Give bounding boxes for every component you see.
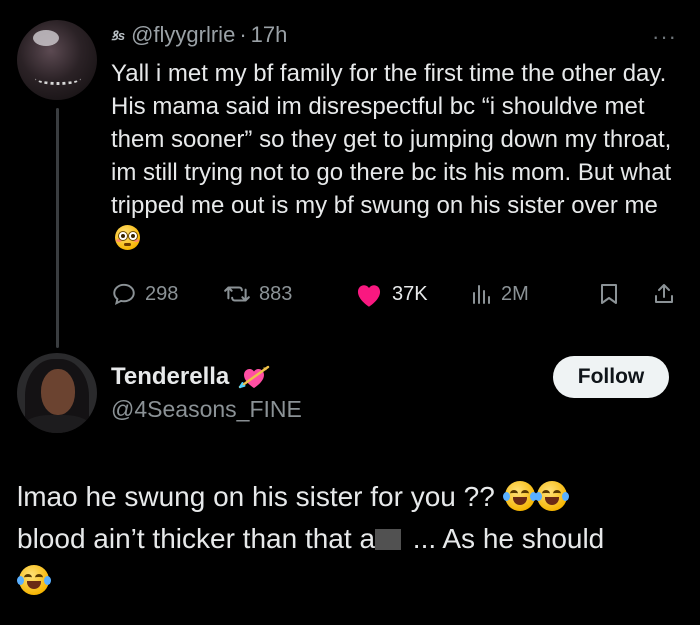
separator-dot: · <box>239 22 247 47</box>
bookmark-icon <box>601 284 617 304</box>
follow-button[interactable]: Follow <box>553 356 669 398</box>
reply-count: 298 <box>145 282 179 305</box>
display-name[interactable]: Tenderella <box>111 362 271 392</box>
share-button[interactable] <box>652 280 676 308</box>
avatar[interactable] <box>17 20 97 100</box>
analytics-icon <box>473 285 490 304</box>
censor-block <box>375 529 402 550</box>
repost-count: 883 <box>259 282 293 305</box>
thread-connector-line <box>56 108 59 348</box>
user-handle[interactable]: @flyygrlrie <box>131 22 235 48</box>
like-button[interactable]: 37K <box>354 280 428 308</box>
tears-of-joy-icon <box>17 565 51 595</box>
flushed-face-icon <box>115 225 140 250</box>
tweet-body: Yall i met my bf family for the first ti… <box>111 60 672 219</box>
timestamp[interactable]: 17h <box>251 22 288 48</box>
badge-icon: ꝸs <box>111 28 126 43</box>
views-count: 2M <box>501 282 529 305</box>
heart-icon <box>357 284 381 307</box>
heart-with-arrow-icon <box>239 365 270 389</box>
tweet-body-line2-end: ... As he should <box>405 523 605 554</box>
tweet-body-line1: lmao he swung on his sister for you ?? <box>17 481 495 512</box>
display-name-text: Tenderella <box>111 363 230 390</box>
avatar-body <box>23 415 91 433</box>
share-icon <box>655 284 673 303</box>
tears-of-joy-icon <box>502 481 537 511</box>
reply-icon <box>113 283 135 305</box>
avatar-necklace <box>35 72 81 85</box>
reply-button[interactable]: 298 <box>111 280 178 308</box>
tears-of-joy-icon <box>534 481 569 511</box>
tweet-body-line2: blood ain’t thicker than that a <box>17 523 376 554</box>
tweet-header: ꝸs @flyygrlrie · 17h <box>111 22 287 48</box>
bookmark-button[interactable] <box>597 280 621 308</box>
like-count: 37K <box>392 282 428 305</box>
more-options-icon[interactable]: ··· <box>652 24 677 50</box>
avatar-face <box>41 369 75 415</box>
avatar-highlight <box>33 30 59 46</box>
tweet-text: Yall i met my bf family for the first ti… <box>111 57 681 255</box>
repost-button[interactable]: 883 <box>223 280 292 308</box>
repost-icon <box>224 286 250 302</box>
tweet-text: lmao he swung on his sister for you ?? b… <box>17 476 677 602</box>
views-button[interactable]: 2M <box>469 280 529 308</box>
user-handle[interactable]: @4Seasons_FINE <box>111 396 302 423</box>
avatar[interactable] <box>17 353 97 433</box>
tweet-actions: 298 883 37K 2M <box>111 280 681 308</box>
